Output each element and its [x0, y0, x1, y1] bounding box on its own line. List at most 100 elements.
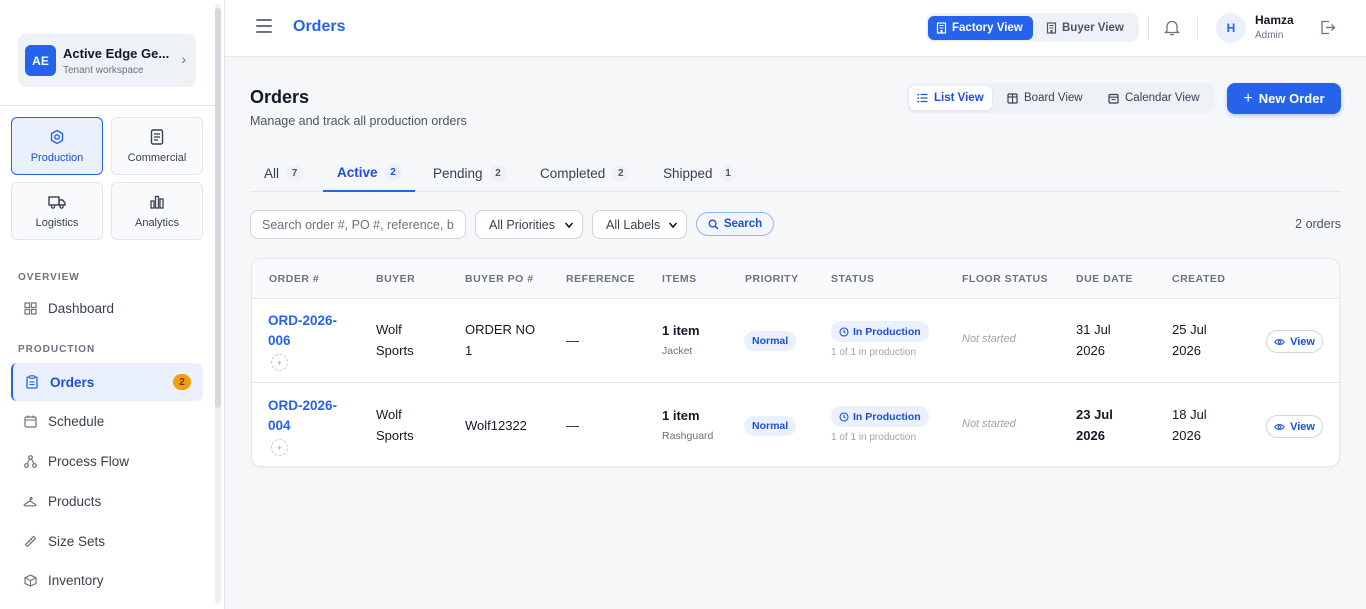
column-header[interactable]: BUYER PO # — [465, 273, 534, 285]
table-row[interactable]: ORD-2026-006 + Wolf Sports ORDER NO 1 — … — [252, 299, 1339, 383]
list-icon — [917, 93, 928, 103]
sidebar-item-process-flow[interactable]: Process Flow — [11, 442, 203, 480]
view-button[interactable]: View — [1266, 415, 1323, 438]
list-view-button[interactable]: List View — [909, 86, 992, 110]
page-subtitle: Manage and track all production orders — [250, 114, 467, 128]
status-badge: In Production — [831, 321, 929, 342]
sidebar-item-dashboard[interactable]: Dashboard — [11, 289, 203, 327]
tab-completed[interactable]: Completed 2 — [540, 154, 630, 192]
building-icon — [1046, 22, 1057, 34]
sidebar-scrollbar[interactable] — [215, 4, 221, 604]
eye-icon — [1274, 423, 1285, 430]
column-header[interactable]: ITEMS — [662, 273, 697, 285]
view-button-label: View — [1290, 420, 1315, 433]
clock-icon — [839, 411, 849, 422]
sidebar-item-orders[interactable]: Orders 2 — [11, 363, 203, 401]
tab-pending[interactable]: Pending 2 — [433, 154, 507, 192]
column-header[interactable]: REFERENCE — [566, 273, 635, 285]
scrollbar-thumb[interactable] — [215, 8, 221, 408]
view-button-label: View — [1290, 335, 1315, 348]
module-production[interactable]: Production — [11, 117, 103, 175]
box-icon — [23, 573, 37, 587]
tenant-logo: AE — [25, 45, 56, 76]
logout-icon[interactable] — [1320, 20, 1336, 40]
module-logistics[interactable]: Logistics — [11, 182, 103, 240]
tab-label: Active — [337, 164, 378, 180]
sidebar-item-label: Size Sets — [48, 533, 106, 549]
column-header[interactable]: CREATED — [1172, 273, 1225, 285]
sidebar-item-inventory[interactable]: Inventory — [11, 561, 203, 599]
search-input[interactable] — [250, 210, 466, 239]
labels-select-value: All Labels — [606, 217, 661, 232]
chevron-right-icon: › — [181, 51, 186, 67]
tenant-name: Active Edge Ge... — [63, 45, 170, 61]
item-type: Rashguard — [662, 430, 714, 442]
reference-cell: — — [566, 333, 579, 348]
sidebar-item-label: Orders — [50, 374, 95, 390]
priority-badge: Normal — [744, 331, 797, 351]
bar-chart-icon — [148, 193, 166, 211]
add-label-icon[interactable]: + — [271, 354, 288, 371]
board-view-button[interactable]: Board View — [999, 86, 1091, 110]
order-number-link[interactable]: ORD-2026-006 — [268, 311, 348, 351]
user-name: Hamza — [1255, 13, 1294, 27]
module-label: Commercial — [127, 152, 187, 164]
module-analytics[interactable]: Analytics — [111, 182, 203, 240]
table-row[interactable]: ORD-2026-004 + Wolf Sports Wolf12322 — 1… — [252, 384, 1339, 466]
floor-status: Not started — [962, 418, 1016, 430]
sidebar-item-label: Inventory — [48, 572, 104, 588]
hanger-icon — [23, 494, 37, 508]
tab-count: 1 — [719, 164, 737, 182]
module-label: Logistics — [35, 217, 79, 229]
view-button[interactable]: View — [1266, 330, 1323, 353]
sidebar-item-products[interactable]: Products — [11, 482, 203, 520]
page-title: Orders — [293, 18, 346, 35]
order-number-link[interactable]: ORD-2026-004 — [268, 396, 348, 436]
eye-icon — [1274, 338, 1285, 345]
document-icon — [148, 128, 166, 146]
factory-view-button[interactable]: Factory View — [928, 16, 1033, 40]
search-icon — [708, 219, 719, 229]
result-count: 2 orders — [1295, 217, 1341, 231]
table-header: ORDER # BUYER BUYER PO # REFERENCE ITEMS… — [252, 259, 1339, 299]
tenant-switcher[interactable]: AE Active Edge Ge... Tenant workspace › — [18, 34, 196, 87]
module-commercial[interactable]: Commercial — [111, 117, 203, 175]
items-count: 1 item — [662, 323, 700, 338]
new-order-button[interactable]: + New Order — [1227, 83, 1341, 114]
labels-select[interactable]: All Labels — [592, 210, 687, 239]
status-tabs: All 7 Active 2 Pending 2 Completed 2 Shi… — [250, 154, 1341, 192]
tenant-subtitle: Tenant workspace — [63, 64, 144, 76]
menu-icon[interactable] — [256, 19, 272, 33]
calendar-view-label: Calendar View — [1125, 92, 1200, 104]
items-count: 1 item — [662, 408, 700, 423]
buyer-cell: Wolf Sports — [376, 322, 414, 358]
tab-active[interactable]: Active 2 — [323, 154, 415, 192]
tab-all[interactable]: All 7 — [264, 154, 304, 192]
column-header[interactable]: PRIORITY — [745, 273, 799, 285]
calendar-view-button[interactable]: Calendar View — [1100, 86, 1208, 110]
buyer-view-button[interactable]: Buyer View — [1038, 16, 1134, 40]
sidebar-item-schedule[interactable]: Schedule — [11, 402, 203, 440]
tab-shipped[interactable]: Shipped 1 — [663, 154, 737, 192]
due-date-cell: 31 Jul 2026 — [1076, 322, 1111, 358]
column-header[interactable]: STATUS — [831, 273, 874, 285]
sidebar-item-size-sets[interactable]: Size Sets — [11, 522, 203, 560]
chevron-down-icon — [668, 222, 678, 229]
status-label: In Production — [853, 410, 921, 423]
column-header[interactable]: ORDER # — [269, 273, 319, 285]
created-date-cell: 25 Jul 2026 — [1172, 322, 1207, 358]
chevron-down-icon — [564, 222, 574, 229]
status-detail: 1 of 1 in production — [831, 432, 917, 443]
column-header[interactable]: DUE DATE — [1076, 273, 1133, 285]
column-header[interactable]: BUYER — [376, 273, 415, 285]
new-order-label: New Order — [1258, 91, 1325, 106]
column-header[interactable]: FLOOR STATUS — [962, 273, 1048, 285]
top-bar: Orders Factory View Buyer View H Hamza A… — [225, 0, 1366, 57]
bell-icon[interactable] — [1163, 19, 1181, 41]
priority-select[interactable]: All Priorities — [475, 210, 583, 239]
avatar[interactable]: H — [1216, 13, 1246, 43]
priority-select-value: All Priorities — [489, 217, 555, 232]
floor-status: Not started — [962, 333, 1016, 345]
add-label-icon[interactable]: + — [271, 439, 288, 456]
search-button[interactable]: Search — [696, 212, 774, 236]
